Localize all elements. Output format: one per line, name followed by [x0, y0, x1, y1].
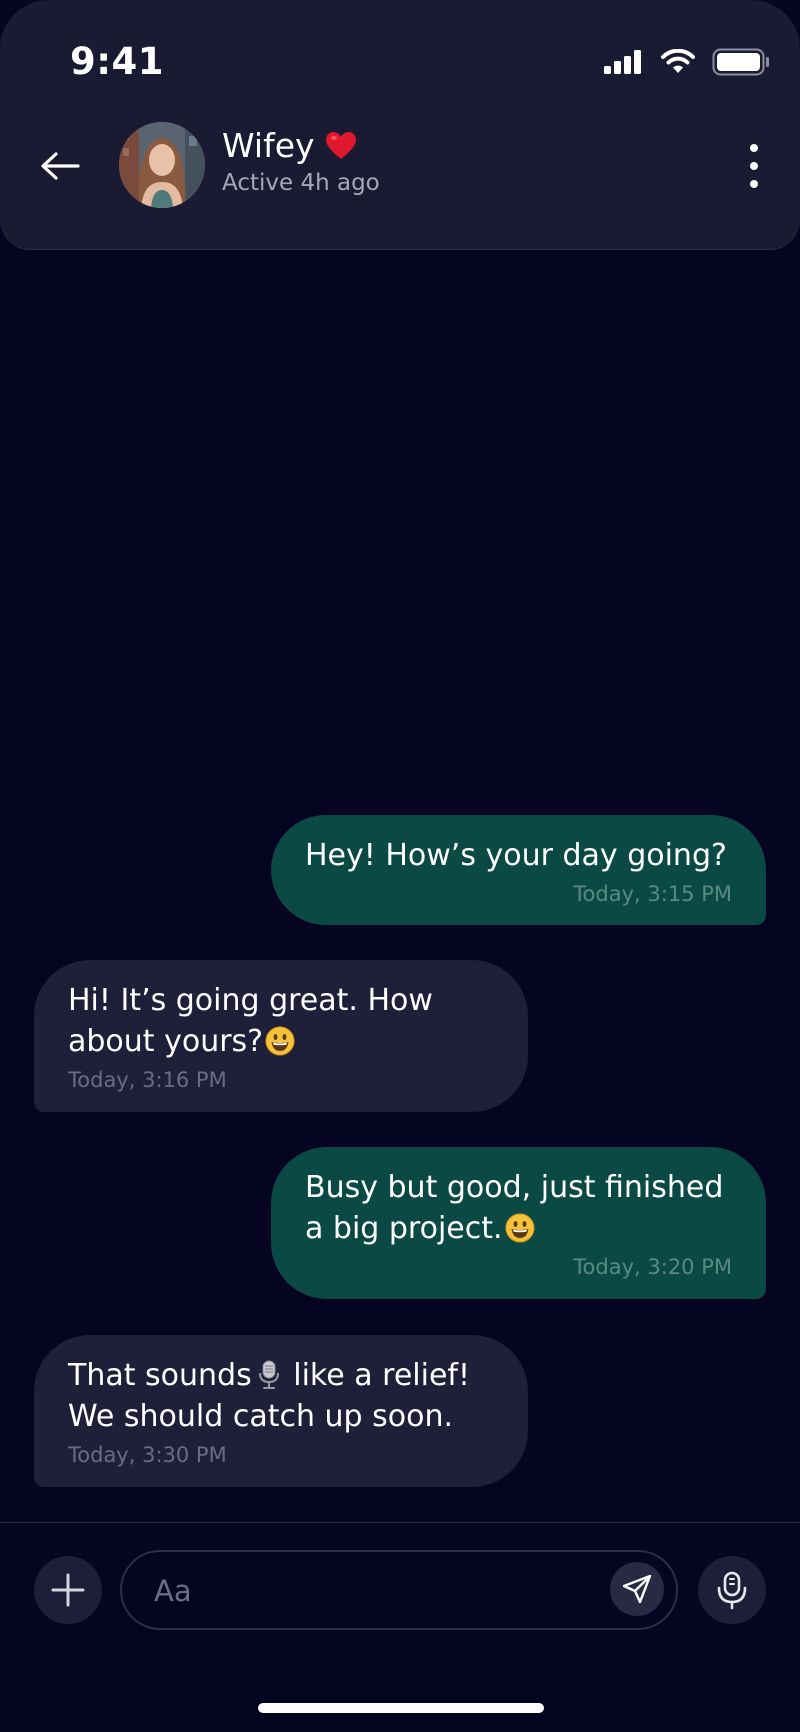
message-timestamp: Today, 3:16 PM	[68, 1068, 227, 1092]
status-icons	[604, 44, 770, 80]
contact-avatar[interactable]	[119, 122, 205, 208]
more-options-button[interactable]	[744, 144, 764, 188]
microphone-emoji-icon	[258, 1360, 279, 1389]
message-text: Busy but good, just finished a big proje…	[305, 1170, 724, 1246]
message-text: Hey! How’s your day going?	[305, 838, 727, 873]
wifi-icon	[661, 49, 695, 73]
contact-name-row[interactable]: Wifey	[222, 126, 357, 165]
cellular-signal-icon	[604, 50, 641, 74]
message-bubble-outgoing[interactable]: Hey! How’s your day going? Today, 3:15 P…	[271, 815, 766, 925]
back-button[interactable]	[34, 140, 86, 192]
message-timestamp: Today, 3:20 PM	[573, 1255, 732, 1279]
message-text: Hi! It’s going great. How about yours?	[68, 983, 433, 1059]
message-timestamp: Today, 3:15 PM	[573, 882, 732, 906]
contact-status: Active 4h ago	[222, 170, 380, 196]
add-attachment-button[interactable]	[34, 1556, 102, 1624]
send-icon	[622, 1574, 652, 1604]
home-indicator[interactable]	[258, 1703, 544, 1713]
more-vertical-icon	[750, 144, 758, 152]
message-timestamp: Today, 3:30 PM	[68, 1443, 227, 1467]
chat-screen: 9:41 Wifey Active 4h ago Hey! How’s your…	[0, 0, 800, 1732]
message-bubble-outgoing[interactable]: Busy but good, just finished a big proje…	[271, 1147, 766, 1299]
message-bubble-incoming[interactable]: That sounds like a relief! We should cat…	[34, 1335, 528, 1487]
avatar-photo	[119, 122, 205, 208]
battery-icon	[712, 48, 769, 76]
message-text: That sounds like a relief! We should cat…	[68, 1358, 470, 1434]
message-input[interactable]	[152, 1552, 576, 1630]
heart-icon	[325, 131, 356, 159]
arrow-left-icon	[41, 152, 80, 180]
voice-message-button[interactable]	[698, 1556, 766, 1624]
grinning-face-emoji-icon	[265, 1026, 295, 1056]
chat-header: 9:41 Wifey Active 4h ago	[0, 0, 800, 250]
microphone-icon	[717, 1571, 747, 1610]
status-time: 9:41	[70, 40, 165, 83]
plus-icon	[51, 1573, 85, 1607]
message-input-container	[120, 1550, 678, 1630]
grinning-face-emoji-icon	[505, 1213, 535, 1243]
message-bubble-incoming[interactable]: Hi! It’s going great. How about yours? T…	[34, 960, 528, 1112]
send-button[interactable]	[610, 1562, 664, 1616]
contact-name: Wifey	[222, 126, 315, 165]
